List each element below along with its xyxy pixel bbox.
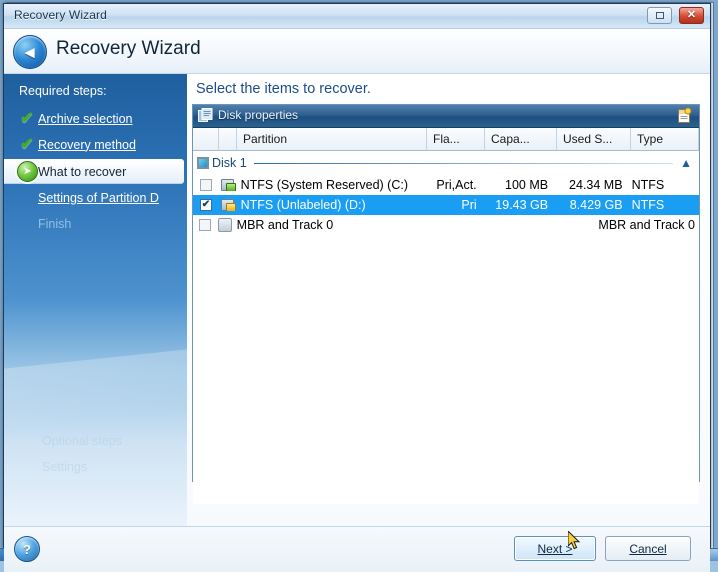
sidebar-item-label: Archive selection: [38, 111, 133, 126]
restore-glyph: [655, 12, 664, 19]
disk-properties-icon: [198, 108, 213, 123]
cell-used-space: 24.34 MB: [569, 178, 623, 192]
column-header-icon[interactable]: [219, 128, 237, 150]
hard-disk-icon: [197, 157, 209, 169]
disk-group-label: Disk 1: [212, 156, 247, 170]
cell-partition: NTFS (Unlabeled) (D:): [240, 198, 366, 212]
page-title: Recovery Wizard: [56, 38, 201, 59]
row-checkbox[interactable]: [193, 219, 216, 231]
column-header-flags[interactable]: Fla...: [427, 128, 485, 150]
window-body: Required steps: ✔ Archive selection ✔ Re…: [4, 74, 710, 526]
sidebar-item-label: Settings of Partition D: [38, 190, 159, 205]
recovery-wizard-window: Recovery Wizard ✕ ◄ Recovery Wizard Requ…: [3, 3, 711, 572]
cell-type: MBR and Track 0: [598, 218, 695, 232]
help-question-icon[interactable]: ?: [14, 536, 40, 562]
sidebar-item-archive-selection[interactable]: ✔ Archive selection: [4, 107, 187, 130]
wizard-content: Select the items to recover. Disk proper…: [187, 74, 710, 526]
wizard-steps-sidebar: Required steps: ✔ Archive selection ✔ Re…: [4, 74, 187, 526]
table-row[interactable]: ✔ NTFS (Unlabeled) (D:) Pri 19.43 GB 8.4…: [193, 195, 699, 215]
panel-title: Disk properties: [218, 108, 299, 122]
green-arrow-icon: ➤: [16, 161, 38, 182]
cell-flags: Pri: [461, 198, 477, 212]
disk-group-rule: [253, 162, 674, 164]
cell-capacity: 100 MB: [505, 178, 549, 192]
cell-partition: NTFS (System Reserved) (C:): [240, 178, 409, 192]
sidebar-optional-steps-title: Optional steps: [42, 434, 122, 448]
checkbox-checked-icon[interactable]: ✔: [199, 199, 212, 211]
sidebar-item-label: Recovery method: [38, 137, 136, 152]
green-check-icon: ✔: [20, 135, 34, 153]
wizard-footer: ? Next > Cancel: [4, 526, 710, 572]
window-title: Recovery Wizard: [14, 8, 107, 22]
window-titlebar[interactable]: Recovery Wizard ✕: [4, 4, 710, 29]
sidebar-item-finish: Finish: [4, 212, 187, 235]
checkbox-unchecked-icon[interactable]: [198, 219, 211, 231]
cell-partition: MBR and Track 0: [236, 218, 334, 232]
next-button-label: Next >: [537, 541, 573, 556]
sidebar-item-label: Finish: [38, 216, 72, 231]
cancel-button-label: Cancel: [629, 541, 667, 556]
row-checkbox[interactable]: [193, 179, 219, 191]
column-header-used-space[interactable]: Used S...: [557, 128, 631, 150]
mbr-icon: [216, 218, 232, 232]
table-row[interactable]: NTFS (System Reserved) (C:) Pri,Act. 100…: [193, 175, 699, 195]
wizard-header: ◄ Recovery Wizard: [4, 29, 710, 74]
cell-type: NTFS: [631, 178, 665, 192]
sidebar-item-recovery-method[interactable]: ✔ Recovery method: [4, 133, 187, 156]
partition-gold-icon: [219, 199, 237, 211]
cell-used-space: 8.429 GB: [569, 198, 623, 212]
properties-page-icon[interactable]: [676, 107, 693, 124]
partition-green-icon: [219, 179, 237, 191]
cell-flags: Pri,Act.: [436, 178, 477, 192]
cancel-button[interactable]: Cancel: [605, 536, 691, 561]
sidebar-item-label: What to recover: [38, 164, 127, 179]
cell-capacity: 19.43 GB: [495, 198, 549, 212]
column-header-check[interactable]: [193, 128, 219, 150]
close-window-icon[interactable]: ✕: [679, 7, 704, 24]
column-header-partition[interactable]: Partition: [237, 128, 427, 150]
content-title: Select the items to recover.: [196, 81, 371, 97]
next-button[interactable]: Next >: [514, 536, 596, 561]
cell-type: NTFS: [631, 198, 665, 212]
column-header-capacity[interactable]: Capa...: [485, 128, 557, 150]
restore-window-icon[interactable]: [647, 7, 672, 24]
checkbox-unchecked-icon[interactable]: [199, 179, 212, 191]
sidebar-item-what-to-recover[interactable]: ➤ What to recover: [4, 159, 184, 184]
back-arrow-icon[interactable]: ◄: [13, 35, 47, 69]
sidebar-optional-step-settings: Settings: [42, 460, 88, 474]
disk-group-row[interactable]: Disk 1 ▲: [193, 151, 699, 175]
panel-header: Disk properties: [193, 105, 699, 128]
close-glyph: ✕: [686, 9, 697, 21]
chevron-up-icon[interactable]: ▲: [673, 157, 699, 169]
table-header-row: Partition Fla... Capa... Used S... Type: [193, 128, 699, 151]
column-header-type[interactable]: Type: [631, 128, 699, 150]
green-check-icon: ✔: [20, 109, 34, 127]
table-body: Disk 1 ▲ NTFS (System Reserved) (C:) Pri…: [193, 151, 699, 504]
sidebar-title: Required steps:: [19, 84, 107, 98]
row-checkbox[interactable]: ✔: [193, 199, 219, 211]
back-arrow-glyph: ◄: [21, 42, 38, 62]
disk-properties-panel: Disk properties Partition Fla... Capa...…: [192, 104, 700, 504]
table-row[interactable]: MBR and Track 0 MBR and Track 0: [193, 215, 699, 235]
sidebar-item-settings-of-partition-d[interactable]: Settings of Partition D: [4, 186, 187, 209]
